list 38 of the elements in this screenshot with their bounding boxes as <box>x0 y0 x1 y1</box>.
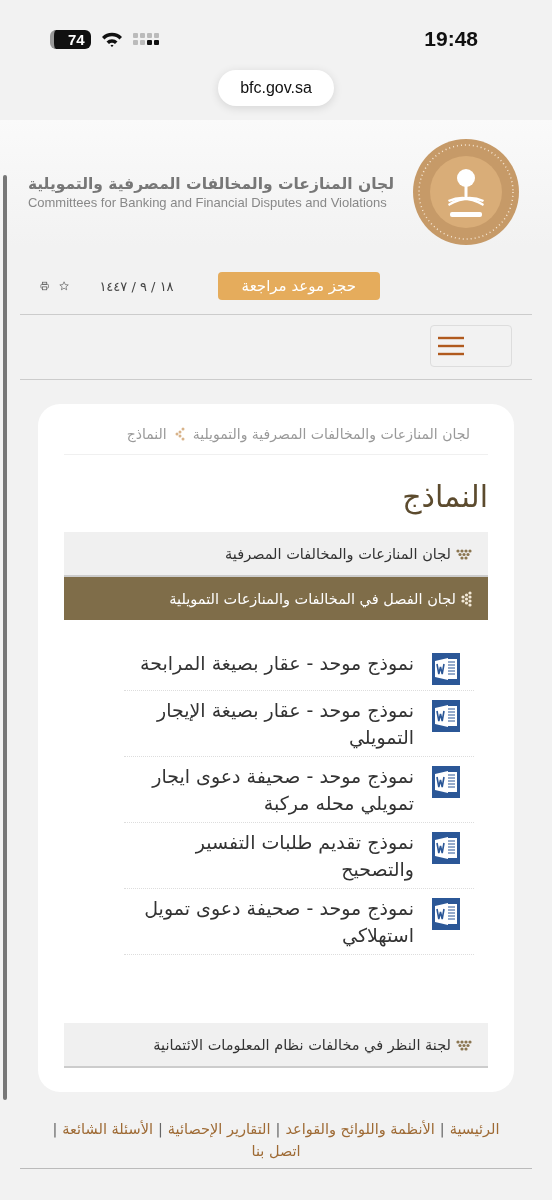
site-subtitle: Committees for Banking and Financial Disputes and Violations <box>27 194 388 210</box>
form-download-link[interactable]: نموذج موحد - صحيفة دعوى تمويل استهلاكي <box>124 895 414 949</box>
accordion-header[interactable]: لجان الفصل في المخالفات والمنازعات التمويلية <box>64 577 488 620</box>
word-document-icon[interactable] <box>432 766 460 798</box>
clock-time: 19:48 <box>424 27 478 51</box>
accordion-header[interactable]: لجنة النظر في مخالفات نظام المعلومات الائتمانية <box>64 1023 488 1068</box>
battery-indicator: 74 <box>50 29 91 49</box>
page-heading: النماذج <box>401 479 488 514</box>
word-document-icon[interactable] <box>432 832 460 864</box>
footer-separator: | <box>439 1120 445 1140</box>
form-download-link[interactable]: نموذج موحد - صحيفة دعوى ايجار تمويلي محله مركبة <box>124 763 414 817</box>
chevron-down-icon <box>456 1039 472 1051</box>
word-document-icon[interactable] <box>432 700 460 732</box>
address-bar[interactable]: bfc.gov.sa <box>218 70 334 106</box>
signal-icon <box>132 33 161 45</box>
footer-link[interactable]: الأنظمة واللوائح والقواعد <box>285 1118 435 1140</box>
hijri-date: ١٨ / ٩ / ١٤٤٧ <box>99 278 174 294</box>
footer-separator: | <box>52 1120 58 1140</box>
chevron-left-icon <box>461 591 472 607</box>
footer-separator: | <box>275 1120 281 1140</box>
accordion-header[interactable]: لجان المنازعات والمخالفات المصرفية <box>64 532 488 577</box>
footer-link[interactable]: الرئيسية <box>449 1118 500 1140</box>
wifi-icon <box>100 30 123 48</box>
chevron-icon <box>174 427 185 441</box>
footer-link[interactable]: الأسئلة الشائعة <box>62 1118 153 1140</box>
form-download-link[interactable]: نموذج تقديم طلبات التفسير والتصحيح <box>124 829 414 883</box>
word-document-icon[interactable] <box>432 653 460 685</box>
menu-icon <box>437 336 465 356</box>
form-download-link[interactable]: نموذج موحد - عقار بصيغة الإيجار التمويلي <box>124 697 414 751</box>
chevron-down-icon <box>456 548 472 560</box>
footer-link[interactable]: اتصل بنا <box>251 1140 301 1162</box>
site-title: لجان المنازعات والمخالفات المصرفية والتمويلية <box>27 174 394 193</box>
breadcrumb-current: النماذج <box>126 426 167 442</box>
menu-button[interactable] <box>430 325 512 367</box>
footer-link[interactable]: التقارير الإحصائية <box>167 1118 271 1140</box>
footer-separator: | <box>157 1120 163 1140</box>
word-document-icon[interactable] <box>432 898 460 930</box>
form-download-link[interactable]: نموذج موحد - عقار بصيغة المرابحة <box>140 650 414 677</box>
